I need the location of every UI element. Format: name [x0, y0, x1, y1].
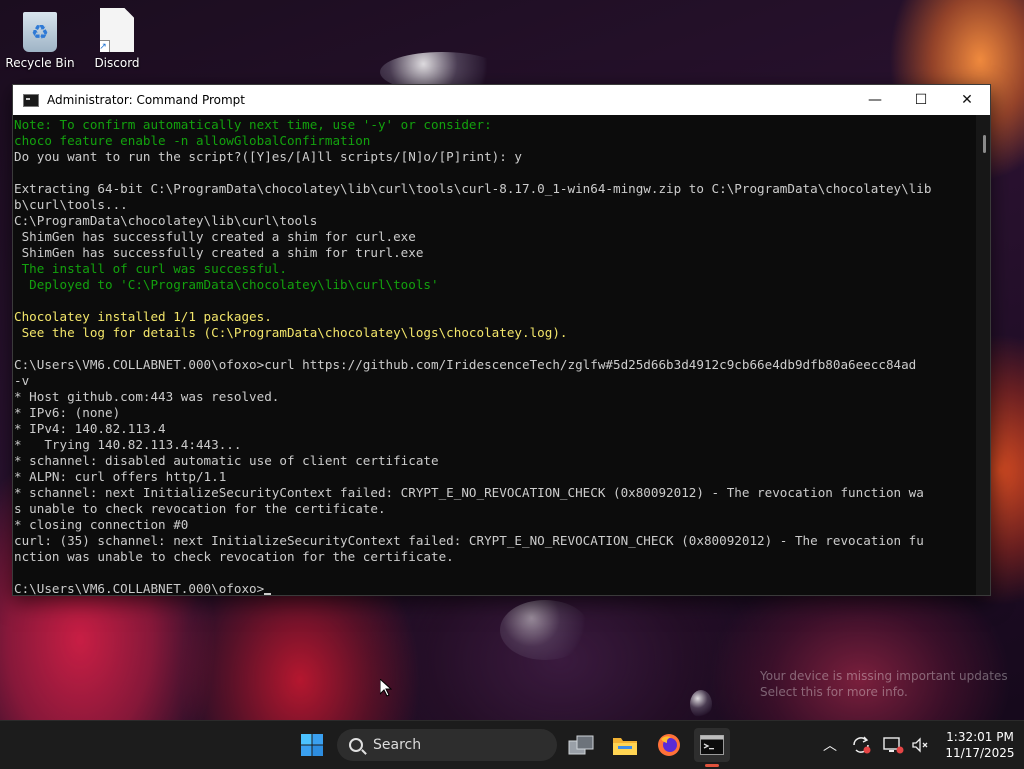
search-icon [349, 738, 363, 752]
terminal-line: C:\ProgramData\chocolatey\lib\curl\tools [14, 213, 318, 228]
terminal-line: Deployed to 'C:\ProgramData\chocolatey\l… [14, 277, 439, 292]
command-prompt-line[interactable]: C:\Users\VM6.COLLABNET.000\ofoxo> [14, 581, 976, 595]
terminal-line: Extracting 64-bit C:\ProgramData\chocola… [14, 181, 932, 196]
system-clock[interactable]: 1:32:01 PM 11/17/2025 [940, 729, 1020, 761]
watermark-line1: Your device is missing important updates [760, 669, 1008, 683]
terminal-line: * schannel: disabled automatic use of cl… [14, 453, 439, 468]
window-titlebar[interactable]: Administrator: Command Prompt — ☐ ✕ [13, 85, 990, 115]
volume-muted-icon[interactable] [910, 735, 930, 755]
terminal-line: * IPv4: 140.82.113.4 [14, 421, 166, 436]
desktop-icon-label: Recycle Bin [5, 56, 75, 70]
maximize-button[interactable]: ☐ [898, 85, 944, 115]
recycle-bin-icon [23, 12, 57, 52]
terminal-line: nction was unable to check revocation fo… [14, 549, 454, 564]
terminal-line: The install of curl was successful. [14, 261, 287, 276]
update-sync-icon[interactable] [850, 735, 872, 755]
task-view-icon [568, 735, 594, 755]
terminal-line: -v [14, 373, 30, 388]
taskbar: Search ︿ 1:32:01 PM 11/17/2025 [0, 720, 1024, 769]
wallpaper-bubble [500, 600, 590, 660]
command-prompt-taskbar-button[interactable] [694, 728, 730, 767]
active-app-indicator [705, 764, 719, 767]
minimize-button[interactable]: — [852, 85, 898, 115]
terminal-line: Do you want to run the script?([Y]es/[A]… [14, 149, 522, 164]
terminal-line: * ALPN: curl offers http/1.1 [14, 469, 227, 484]
terminal-line: Chocolatey installed 1/1 packages. [14, 309, 272, 324]
command-prompt-window[interactable]: Administrator: Command Prompt — ☐ ✕ Note… [12, 84, 991, 596]
discord-shortcut-icon: ↗ [100, 8, 134, 52]
file-explorer-button[interactable] [607, 728, 643, 762]
vertical-scrollbar[interactable] [976, 115, 990, 595]
taskbar-search-box[interactable]: Search [337, 729, 557, 761]
desktop-icon-label: Discord [94, 56, 140, 70]
window-title: Administrator: Command Prompt [47, 93, 245, 107]
desktop-icon-discord[interactable]: ↗ Discord [77, 8, 157, 70]
network-monitor-icon[interactable] [882, 735, 904, 755]
desktop-icon-recycle-bin[interactable]: Recycle Bin [0, 10, 80, 70]
activation-watermark[interactable]: Your device is missing important updates… [760, 668, 1020, 700]
shortcut-arrow-icon: ↗ [100, 40, 110, 52]
file-explorer-icon [613, 738, 637, 755]
close-button[interactable]: ✕ [944, 85, 990, 115]
clock-time: 1:32:01 PM [946, 730, 1014, 744]
terminal-line: ShimGen has successfully created a shim … [14, 245, 424, 260]
terminal-line: b\curl\tools... [14, 197, 128, 212]
command-prompt-icon [23, 93, 39, 107]
show-hidden-icons-chevron-up-icon[interactable]: ︿ [818, 735, 842, 755]
scrollbar-thumb[interactable] [983, 135, 986, 153]
terminal-line: * IPv6: (none) [14, 405, 121, 420]
firefox-icon [658, 734, 680, 756]
terminal-output[interactable]: Note: To confirm automatically next time… [13, 115, 976, 595]
command-prompt-icon [700, 735, 724, 755]
watermark-line2: Select this for more info. [760, 685, 908, 699]
terminal-line: * closing connection #0 [14, 517, 189, 532]
terminal-line: See the log for details (C:\ProgramData\… [14, 325, 568, 340]
terminal-line: Note: To confirm automatically next time… [14, 117, 492, 132]
prompt-path: C:\Users\VM6.COLLABNET.000\ofoxo> [14, 581, 265, 595]
terminal-line: C:\Users\VM6.COLLABNET.000\ofoxo>curl ht… [14, 357, 917, 372]
terminal-line: ShimGen has successfully created a shim … [14, 229, 416, 244]
firefox-button[interactable] [651, 728, 687, 762]
mouse-pointer-icon [379, 677, 393, 701]
terminal-line: * schannel: next InitializeSecurityConte… [14, 485, 924, 500]
task-view-button[interactable] [563, 728, 599, 762]
start-button[interactable] [294, 728, 330, 762]
wallpaper-bubble [690, 690, 712, 718]
terminal-line: curl: (35) schannel: next InitializeSecu… [14, 533, 924, 548]
start-icon [301, 734, 323, 756]
terminal-line: * Host github.com:443 was resolved. [14, 389, 280, 404]
terminal-line: choco feature enable -n allowGlobalConfi… [14, 133, 371, 148]
search-label: Search [373, 737, 422, 753]
terminal-line: * Trying 140.82.113.4:443... [14, 437, 242, 452]
terminal-line: s unable to check revocation for the cer… [14, 501, 386, 516]
clock-date: 11/17/2025 [945, 746, 1015, 760]
text-cursor [264, 593, 272, 595]
